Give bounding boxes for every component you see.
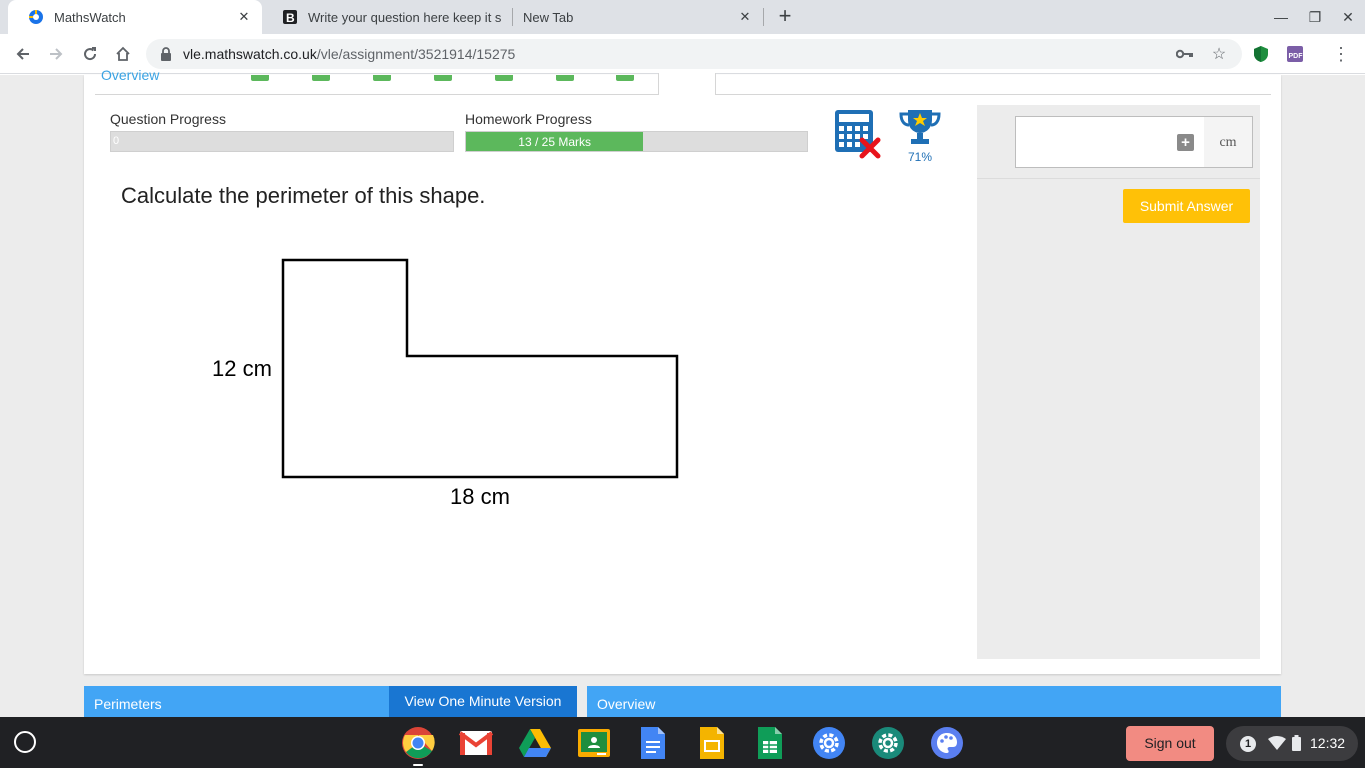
reload-icon[interactable] bbox=[78, 42, 102, 66]
launcher-icon[interactable] bbox=[14, 731, 36, 753]
homework-progress-bar: 13 / 25 Marks bbox=[465, 131, 808, 152]
pdf-extension-icon[interactable]: PDF bbox=[1283, 42, 1307, 66]
topic-bar: Perimeters bbox=[84, 686, 389, 717]
google-docs-app-icon[interactable] bbox=[635, 725, 671, 761]
svg-text:PDF: PDF bbox=[1289, 53, 1304, 60]
submit-answer-button[interactable]: Submit Answer bbox=[1123, 189, 1250, 223]
bookmark-star-icon[interactable]: ☆ bbox=[1210, 45, 1228, 63]
close-window-icon[interactable]: ✕ bbox=[1336, 6, 1360, 28]
chrome-app-icon[interactable] bbox=[400, 725, 436, 761]
tab-title: New Tab bbox=[523, 9, 574, 25]
key-icon[interactable] bbox=[1176, 45, 1194, 63]
question-text: Calculate the perimeter of this shape. bbox=[121, 183, 486, 208]
question-complete-marker[interactable] bbox=[312, 75, 330, 81]
l-shape-outline bbox=[281, 258, 679, 479]
brainly-favicon-icon: B bbox=[282, 9, 298, 25]
shield-extension-icon[interactable] bbox=[1249, 42, 1273, 66]
clock-time: 12:32 bbox=[1310, 735, 1346, 751]
trophy-icon bbox=[898, 106, 942, 150]
gmail-app-icon[interactable] bbox=[458, 725, 494, 761]
question-complete-marker[interactable] bbox=[495, 75, 513, 81]
running-indicator bbox=[413, 764, 423, 766]
current-question-tab[interactable] bbox=[658, 73, 716, 95]
question-navigation: Overview bbox=[95, 67, 1271, 95]
tab-mathswatch[interactable]: MathsWatch ✕ bbox=[8, 0, 262, 34]
question-complete-marker[interactable] bbox=[556, 75, 574, 81]
lock-icon bbox=[160, 47, 172, 66]
system-tray[interactable]: 1 12:32 bbox=[1226, 726, 1358, 761]
google-drive-app-icon[interactable] bbox=[517, 725, 553, 761]
forward-arrow-icon[interactable] bbox=[44, 42, 68, 66]
overview-bar[interactable]: Overview bbox=[587, 686, 1281, 717]
notification-count-badge: 1 bbox=[1240, 736, 1256, 752]
height-dimension-label: 12 cm bbox=[212, 356, 272, 381]
home-icon[interactable] bbox=[111, 42, 135, 66]
question-complete-marker[interactable] bbox=[251, 75, 269, 81]
restore-icon[interactable]: ❐ bbox=[1303, 6, 1327, 28]
palette-app-icon[interactable] bbox=[929, 725, 965, 761]
view-one-minute-version-button[interactable]: View One Minute Version bbox=[389, 686, 577, 717]
google-slides-app-icon[interactable] bbox=[694, 725, 730, 761]
tab-separator bbox=[763, 8, 764, 26]
new-tab-plus-icon[interactable]: + bbox=[772, 5, 798, 29]
address-bar[interactable]: vle.mathswatch.co.uk/vle/assignment/3521… bbox=[146, 39, 1242, 69]
topic-title: Perimeters bbox=[94, 696, 162, 712]
tab-title: Write your question here keep it s bbox=[308, 9, 502, 25]
svg-text:B: B bbox=[286, 11, 295, 25]
wifi-icon bbox=[1268, 736, 1286, 755]
answer-unit-label: cm bbox=[1204, 116, 1253, 168]
calculator-not-allowed-icon bbox=[834, 108, 882, 160]
homework-progress-label: Homework Progress bbox=[465, 111, 592, 127]
l-shape-diagram: 12 cm 18 cm bbox=[212, 258, 679, 509]
tab-new-tab[interactable]: New Tab ✕ bbox=[503, 0, 763, 34]
question-complete-marker[interactable] bbox=[434, 75, 452, 81]
sign-out-button[interactable]: Sign out bbox=[1126, 726, 1214, 761]
question-progress-bar: 0 bbox=[110, 131, 454, 152]
google-classroom-app-icon[interactable] bbox=[576, 725, 612, 761]
tab-title: MathsWatch bbox=[54, 9, 126, 25]
close-tab-icon[interactable]: ✕ bbox=[735, 7, 755, 27]
question-progress-value: 0 bbox=[113, 135, 120, 147]
plus-box-icon[interactable]: + bbox=[1177, 134, 1194, 151]
battery-icon bbox=[1292, 735, 1301, 756]
homework-progress-fill: 13 / 25 Marks bbox=[466, 132, 644, 151]
trophy-percentage: 71% bbox=[907, 150, 933, 164]
menu-dots-icon[interactable]: ⋮ bbox=[1329, 42, 1353, 66]
overview-link[interactable]: Overview bbox=[101, 67, 159, 83]
mathswatch-favicon-icon bbox=[28, 9, 44, 25]
settings-blue-app-icon[interactable] bbox=[811, 725, 847, 761]
google-sheets-app-icon[interactable] bbox=[752, 725, 788, 761]
question-progress-label: Question Progress bbox=[110, 111, 226, 127]
overview-title: Overview bbox=[597, 696, 656, 712]
browser-tab-strip: MathsWatch ✕ B Write your question here … bbox=[0, 0, 1365, 34]
tab-question[interactable]: B Write your question here keep it s bbox=[262, 0, 512, 34]
chromeos-shelf: Sign out 1 12:32 bbox=[0, 717, 1365, 768]
homework-progress-value: 13 / 25 Marks bbox=[518, 135, 591, 149]
close-tab-icon[interactable]: ✕ bbox=[234, 7, 254, 27]
width-dimension-label: 18 cm bbox=[450, 484, 510, 509]
back-arrow-icon[interactable] bbox=[11, 42, 35, 66]
minimize-icon[interactable]: — bbox=[1269, 6, 1293, 28]
settings-app-icon[interactable] bbox=[870, 725, 906, 761]
question-complete-marker[interactable] bbox=[616, 75, 634, 81]
url-text: vle.mathswatch.co.uk/vle/assignment/3521… bbox=[183, 46, 516, 62]
browser-toolbar: vle.mathswatch.co.uk/vle/assignment/3521… bbox=[0, 34, 1365, 74]
question-complete-marker[interactable] bbox=[373, 75, 391, 81]
